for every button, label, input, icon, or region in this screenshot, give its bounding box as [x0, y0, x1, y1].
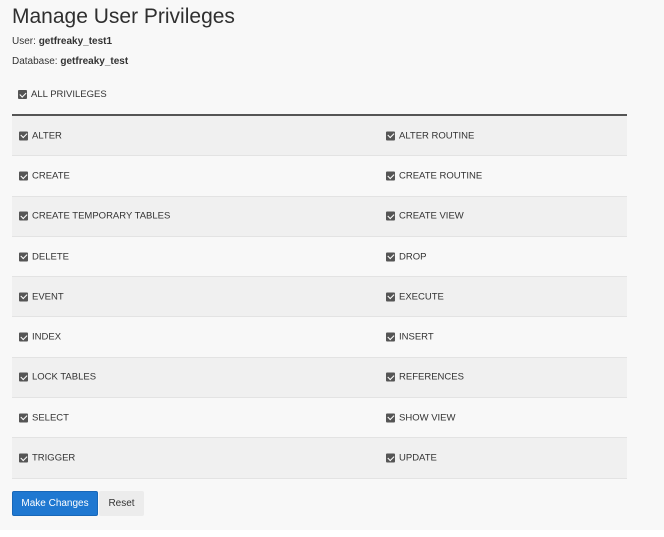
- privilege-label: CREATE VIEW: [399, 210, 464, 222]
- privilege-checkbox[interactable]: TRIGGER: [19, 453, 75, 464]
- privilege-checkbox[interactable]: CREATE TEMPORARY TABLES: [19, 211, 170, 222]
- privilege-row: LOCK TABLES REFERENCES: [12, 357, 627, 399]
- privilege-label: DROP: [399, 251, 427, 263]
- privilege-checkbox[interactable]: CREATE VIEW: [386, 211, 464, 222]
- privilege-checkbox[interactable]: INSERT: [386, 332, 434, 343]
- page-title: Manage User Privileges: [12, 5, 235, 28]
- all-privileges-label: ALL PRIVILEGES: [31, 89, 107, 100]
- user-info: User: getfreaky_test1: [12, 36, 112, 47]
- checkbox-checked-icon[interactable]: [19, 211, 28, 221]
- privilege-row: CREATE TEMPORARY TABLES CREATE VIEW: [12, 196, 627, 237]
- privilege-label: REFERENCES: [399, 371, 464, 383]
- make-changes-button[interactable]: Make Changes: [12, 491, 98, 516]
- privilege-label: ALTER ROUTINE: [399, 130, 475, 142]
- privilege-checkbox[interactable]: UPDATE: [386, 453, 437, 464]
- checkbox-checked-icon[interactable]: [386, 372, 395, 382]
- privileges-table: ALTER ALTER ROUTINE CREATE CREATE ROUTINE CR…: [12, 114, 627, 479]
- privilege-row: DELETE DROP: [12, 236, 627, 278]
- privilege-checkbox[interactable]: DELETE: [19, 251, 69, 262]
- checkbox-checked-icon[interactable]: [18, 90, 27, 99]
- database-value: getfreaky_test: [60, 56, 129, 67]
- checkbox-checked-icon[interactable]: [386, 252, 395, 262]
- checkbox-checked-icon[interactable]: [19, 131, 28, 141]
- privilege-checkbox[interactable]: EXECUTE: [386, 291, 444, 302]
- checkbox-checked-icon[interactable]: [386, 453, 395, 463]
- privilege-label: INDEX: [32, 331, 62, 343]
- privilege-row: INDEX INSERT: [12, 317, 627, 358]
- privilege-label: EVENT: [32, 291, 64, 303]
- database-label: Database:: [12, 56, 58, 67]
- reset-button[interactable]: Reset: [99, 491, 144, 516]
- privilege-checkbox[interactable]: CREATE: [19, 170, 70, 181]
- privilege-checkbox[interactable]: CREATE ROUTINE: [386, 170, 482, 181]
- user-label: User:: [12, 36, 36, 47]
- checkbox-checked-icon[interactable]: [19, 453, 28, 463]
- all-privileges-checkbox[interactable]: ALL PRIVILEGES: [18, 89, 107, 100]
- checkbox-checked-icon[interactable]: [19, 332, 28, 342]
- privilege-label: LOCK TABLES: [32, 371, 97, 383]
- checkbox-checked-icon[interactable]: [386, 413, 395, 423]
- privilege-checkbox[interactable]: EVENT: [19, 291, 64, 302]
- checkbox-checked-icon[interactable]: [386, 211, 395, 221]
- privilege-checkbox[interactable]: SHOW VIEW: [386, 412, 455, 423]
- privilege-label: ALTER: [32, 130, 62, 142]
- checkbox-checked-icon[interactable]: [19, 372, 28, 382]
- privilege-checkbox[interactable]: ALTER ROUTINE: [386, 130, 474, 141]
- privilege-label: INSERT: [399, 331, 434, 343]
- privilege-label: CREATE: [32, 170, 70, 182]
- privilege-row: TRIGGER UPDATE: [12, 438, 627, 479]
- privilege-label: TRIGGER: [32, 452, 76, 464]
- privilege-label: DELETE: [32, 251, 69, 263]
- privilege-label: SELECT: [32, 412, 69, 424]
- checkbox-checked-icon[interactable]: [386, 171, 395, 181]
- checkbox-checked-icon[interactable]: [19, 252, 28, 262]
- privilege-checkbox[interactable]: DROP: [386, 251, 426, 262]
- privilege-checkbox[interactable]: INDEX: [19, 332, 61, 343]
- privilege-row: SELECT SHOW VIEW: [12, 398, 627, 439]
- privilege-label: CREATE TEMPORARY TABLES: [32, 210, 171, 222]
- privilege-checkbox[interactable]: ALTER: [19, 130, 62, 141]
- checkbox-checked-icon[interactable]: [19, 292, 28, 302]
- privilege-label: SHOW VIEW: [399, 412, 456, 424]
- privilege-checkbox[interactable]: LOCK TABLES: [19, 372, 96, 383]
- checkbox-checked-icon[interactable]: [386, 292, 395, 302]
- privilege-row: CREATE CREATE ROUTINE: [12, 156, 627, 197]
- privilege-label: UPDATE: [399, 452, 437, 464]
- privilege-checkbox[interactable]: SELECT: [19, 412, 69, 423]
- privilege-row: EVENT EXECUTE: [12, 277, 627, 318]
- checkbox-checked-icon[interactable]: [386, 131, 395, 141]
- database-info: Database: getfreaky_test: [12, 56, 128, 67]
- privilege-label: CREATE ROUTINE: [399, 170, 483, 182]
- privilege-label: EXECUTE: [399, 291, 444, 303]
- checkbox-checked-icon[interactable]: [19, 413, 28, 423]
- privilege-row: ALTER ALTER ROUTINE: [12, 116, 627, 157]
- user-value: getfreaky_test1: [38, 36, 113, 47]
- privileges-panel: Manage User Privileges User: getfreaky_t…: [0, 0, 664, 530]
- checkbox-checked-icon[interactable]: [386, 332, 395, 342]
- privilege-checkbox[interactable]: REFERENCES: [386, 372, 464, 383]
- checkbox-checked-icon[interactable]: [19, 171, 28, 181]
